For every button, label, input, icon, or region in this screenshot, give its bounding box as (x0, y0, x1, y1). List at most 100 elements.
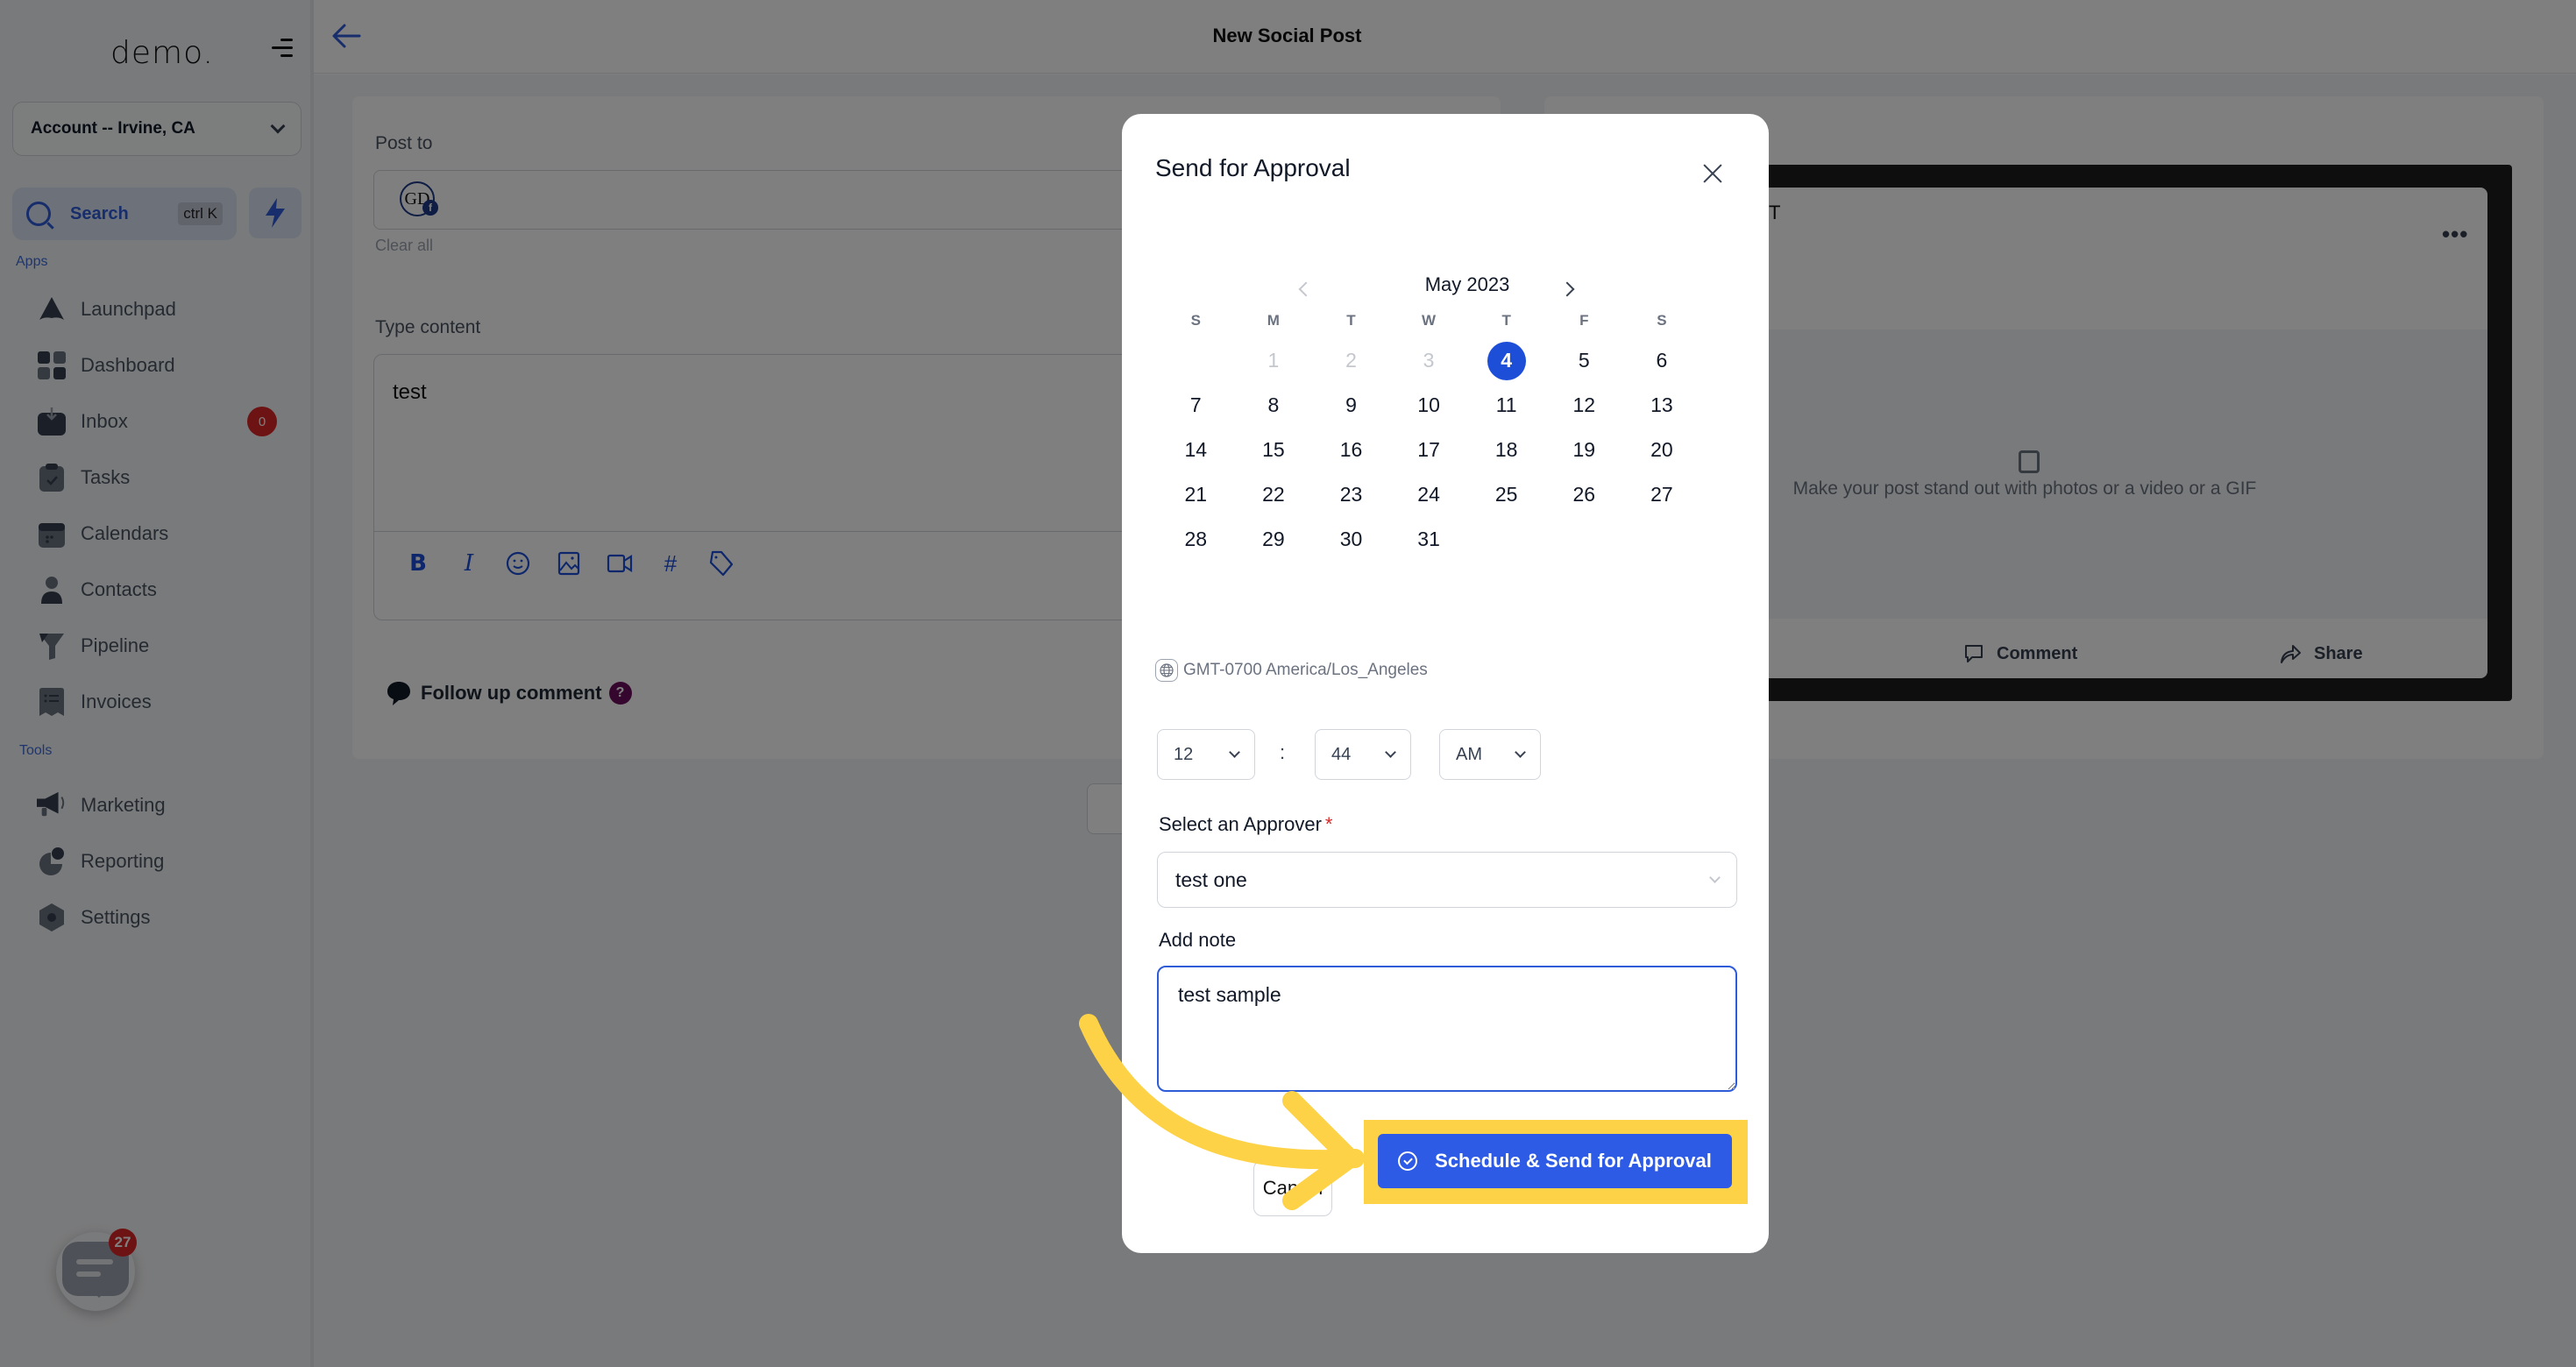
calendar-day-number: 26 (1572, 483, 1596, 506)
cancel-button[interactable]: Cancel (1253, 1160, 1332, 1216)
calendar-day[interactable]: 17 (1390, 428, 1468, 472)
calendar-day[interactable]: 31 (1390, 517, 1468, 562)
calendar-day[interactable]: 28 (1157, 517, 1235, 562)
calendar-day-number: 22 (1262, 483, 1285, 506)
calendar-day-number: 20 (1650, 438, 1673, 461)
calendar-day-number: 3 (1423, 349, 1435, 372)
chevron-down-icon (1515, 747, 1526, 758)
chevron-down-icon (1385, 747, 1396, 758)
chevron-down-icon (1229, 747, 1240, 758)
calendar-day-number: 14 (1184, 438, 1208, 461)
time-separator: : (1280, 741, 1286, 763)
weekday-header: T (1501, 312, 1511, 329)
calendar-day: 1 (1235, 338, 1313, 383)
close-icon[interactable] (1697, 159, 1728, 191)
chevron-down-icon (1709, 872, 1721, 883)
calendar-day-number: 4 (1487, 341, 1526, 380)
weekday-header: W (1422, 312, 1437, 329)
calendar-day[interactable]: 10 (1390, 383, 1468, 428)
schedule-send-approval-label: Schedule & Send for Approval (1435, 1150, 1712, 1172)
calendar-day[interactable]: 27 (1623, 472, 1701, 517)
calendar-day-selected[interactable]: 4 (1467, 338, 1545, 383)
period-value: AM (1456, 744, 1482, 764)
minute-select[interactable]: 44 (1315, 729, 1411, 780)
calendar-day[interactable]: 8 (1235, 383, 1313, 428)
check-circle-icon (1398, 1151, 1418, 1171)
calendar-day[interactable]: 19 (1545, 428, 1623, 472)
calendar-day: 3 (1390, 338, 1468, 383)
calendar-day[interactable]: 22 (1235, 472, 1313, 517)
calendar-day-number: 7 (1189, 393, 1202, 416)
previous-month-button[interactable] (1294, 279, 1315, 300)
calendar-day-number: 16 (1339, 438, 1363, 461)
calendar-day-number: 6 (1656, 349, 1668, 372)
calendar-day-number: 27 (1650, 483, 1673, 506)
calendar-day[interactable]: 24 (1390, 472, 1468, 517)
calendar-day-number: 8 (1267, 393, 1280, 416)
calendar-day[interactable]: 25 (1467, 472, 1545, 517)
calendar-day[interactable]: 16 (1312, 428, 1390, 472)
weekday-header: F (1579, 312, 1589, 329)
calendar-day[interactable]: 20 (1623, 428, 1701, 472)
weekday-header: T (1346, 312, 1356, 329)
calendar-month-label: May 2023 (1424, 273, 1510, 295)
next-month-button[interactable] (1559, 279, 1581, 300)
hour-value: 12 (1174, 744, 1194, 764)
calendar-day-number: 17 (1417, 438, 1440, 461)
calendar-day[interactable]: 15 (1235, 428, 1313, 472)
calendar-day[interactable]: 12 (1545, 383, 1623, 428)
calendar-blank-cell (1157, 338, 1235, 383)
calendar-day-number: 28 (1184, 528, 1208, 550)
calendar-day-number: 9 (1345, 393, 1357, 416)
timezone-display: GMT-0700 America/Los_Angeles (1155, 659, 1428, 682)
calendar-day: 2 (1312, 338, 1390, 383)
chevron-left-icon (1298, 281, 1314, 297)
calendar-day-number: 15 (1262, 438, 1285, 461)
calendar-day-number: 13 (1650, 393, 1673, 416)
calendar-day-number: 25 (1494, 483, 1518, 506)
calendar-day[interactable]: 21 (1157, 472, 1235, 517)
minute-value: 44 (1331, 744, 1352, 764)
calendar-day-number: 21 (1184, 483, 1208, 506)
calendar-day-number: 10 (1417, 393, 1440, 416)
calendar-day-number: 31 (1417, 528, 1440, 550)
calendar-day-number: 23 (1339, 483, 1363, 506)
globe-icon (1155, 659, 1178, 682)
note-label: Add note (1159, 929, 1237, 951)
calendar-day-number: 30 (1339, 528, 1363, 550)
calendar-day-number: 11 (1495, 393, 1517, 416)
approver-select[interactable]: test one (1157, 852, 1737, 908)
calendar-day[interactable]: 13 (1623, 383, 1701, 428)
approver-value: test one (1175, 868, 1247, 891)
calendar-day[interactable]: 14 (1157, 428, 1235, 472)
calendar-day[interactable]: 29 (1235, 517, 1313, 562)
weekday-header: S (1657, 312, 1667, 329)
required-indicator: * (1324, 813, 1333, 835)
calendar-day-number: 12 (1572, 393, 1596, 416)
calendar-grid: S M T W T F S 1 2 3 4 5 6 7 8 9 10 11 12 13 14 15 16 17 18 19 20 21… (1157, 312, 1700, 562)
calendar-day[interactable]: 26 (1545, 472, 1623, 517)
calendar-day-number: 18 (1494, 438, 1518, 461)
am-pm-select[interactable]: AM (1439, 729, 1541, 780)
calendar-day[interactable]: 6 (1623, 338, 1701, 383)
calendar-day-number: 19 (1572, 438, 1596, 461)
calendar-day[interactable]: 5 (1545, 338, 1623, 383)
calendar-day[interactable]: 11 (1467, 383, 1545, 428)
approver-label-text: Select an Approver (1159, 813, 1322, 835)
calendar-day[interactable]: 18 (1467, 428, 1545, 472)
calendar-day[interactable]: 23 (1312, 472, 1390, 517)
approver-label: Select an Approver * (1159, 813, 1332, 836)
schedule-send-approval-button[interactable]: Schedule & Send for Approval (1378, 1134, 1732, 1188)
calendar-day-number: 24 (1417, 483, 1440, 506)
calendar-day[interactable]: 9 (1312, 383, 1390, 428)
note-textarea[interactable] (1157, 966, 1737, 1092)
calendar-day[interactable]: 7 (1157, 383, 1235, 428)
timezone-label: GMT-0700 America/Los_Angeles (1183, 661, 1428, 679)
calendar-day[interactable]: 30 (1312, 517, 1390, 562)
send-for-approval-modal: Send for Approval May 2023 SMTWTFS123456… (1122, 114, 1769, 1253)
chevron-right-icon (1559, 281, 1575, 297)
hour-select[interactable]: 12 (1157, 729, 1255, 780)
modal-title: Send for Approval (1155, 154, 1351, 181)
weekday-header: M (1267, 312, 1280, 329)
weekday-header: S (1190, 312, 1201, 329)
